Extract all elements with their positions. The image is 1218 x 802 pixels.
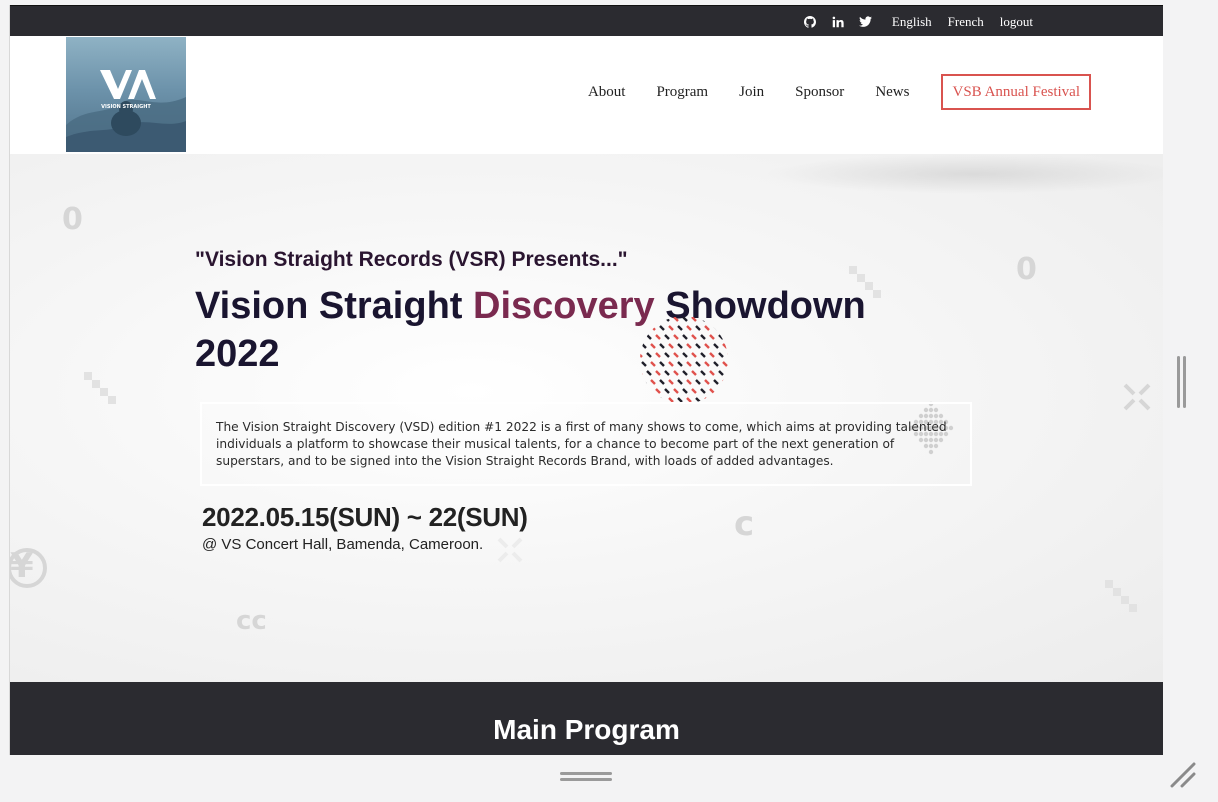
nav-item-news[interactable]: News <box>875 84 909 101</box>
main-program-title: Main Program <box>493 714 680 745</box>
horizontal-resize-handle-icon[interactable] <box>560 770 612 782</box>
hero-title-highlight: Discovery <box>473 285 655 327</box>
hero-section: 0 0 c cc ¥ "Vision Straight Records (VSR… <box>10 154 1163 682</box>
main-program-section: Main Program <box>10 682 1163 755</box>
language-french-link[interactable]: French <box>948 14 984 30</box>
event-date: 2022.05.15(SUN) ~ 22(SUN) <box>202 502 528 532</box>
copyright-glyph-icon: c <box>734 504 755 544</box>
vertical-resize-handle-icon[interactable] <box>1176 356 1188 408</box>
twitter-icon[interactable] <box>859 15 873 29</box>
cross-arrows-icon <box>1123 383 1151 411</box>
language-english-link[interactable]: English <box>892 14 932 30</box>
github-icon[interactable] <box>803 15 817 29</box>
corner-resize-grip-icon[interactable] <box>1170 762 1196 788</box>
zero-glyph-icon: 0 <box>62 202 83 237</box>
hero-title-part: Vision Straight <box>195 285 474 327</box>
hero-description: The Vision Straight Discovery (VSD) edit… <box>200 402 972 486</box>
hero-title: Vision Straight Discovery Showdown 2022 <box>195 282 955 378</box>
browser-viewport: English French logout VISION STRAIGHT Ab… <box>9 5 1163 755</box>
event-venue: @ VS Concert Hall, Bamenda, Cameroon. <box>202 536 484 553</box>
hero-presents-text: "Vision Straight Records (VSR) Presents.… <box>195 248 628 271</box>
festival-button[interactable]: VSB Annual Festival <box>941 74 1091 110</box>
logo-wordmark: VISION STRAIGHT <box>101 104 151 110</box>
nav-item-about[interactable]: About <box>588 84 626 101</box>
logout-link[interactable]: logout <box>1000 14 1033 30</box>
linkedin-icon[interactable] <box>831 15 845 29</box>
pixel-steps-icon <box>1105 580 1137 612</box>
nav-item-program[interactable]: Program <box>656 84 708 101</box>
hero-glow <box>763 154 1163 194</box>
dot-pattern-circle-icon <box>640 317 728 403</box>
site-logo[interactable]: VISION STRAIGHT <box>66 37 186 152</box>
cc-glyph-icon: cc <box>236 606 267 636</box>
yen-circle-outline-icon <box>10 548 47 588</box>
zero-glyph-icon: 0 <box>1016 252 1037 287</box>
cross-arrows-icon <box>497 537 523 563</box>
site-header: VISION STRAIGHT About Program Join Spons… <box>10 36 1163 154</box>
main-nav: About Program Join Sponsor News VSB Annu… <box>557 74 1091 110</box>
top-bar: English French logout <box>10 5 1163 38</box>
pixel-steps-icon <box>84 372 116 404</box>
nav-item-join[interactable]: Join <box>739 84 764 101</box>
nav-item-sponsor[interactable]: Sponsor <box>795 84 844 101</box>
